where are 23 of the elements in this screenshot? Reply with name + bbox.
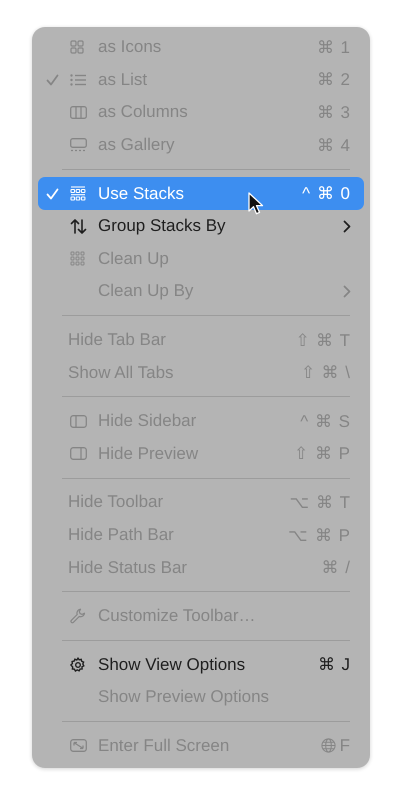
mouse-pointer-icon [248,192,264,216]
stacks-icon [70,186,86,202]
gallery-icon [70,138,87,152]
sort-arrows-icon [70,218,87,234]
dot-grid-icon [70,251,85,266]
shortcut-text: ⌘ J [318,654,351,676]
grid-icon [70,40,84,54]
settings-icon [70,656,86,673]
menu-item[interactable]: Group Stacks By [38,210,364,243]
shortcut-text: ⌘ / [322,557,351,578]
chevron-right-icon [343,284,351,298]
list-icon [70,74,86,86]
sidebar-icon [70,414,87,428]
checkmark-icon [46,74,59,86]
preview-pane-icon [70,447,87,460]
chevron-right-icon [343,220,351,233]
columns-icon [70,106,87,119]
wrench-icon [70,608,86,624]
fullscreen-icon [70,739,87,752]
shortcut-text: ⇧ ⌘ \ [300,362,351,384]
menu-item[interactable]: Show View Options ⌘ J [38,648,364,682]
shortcut-text: ^ ⌘ 0 [302,183,351,204]
checkmark-icon [46,188,59,200]
